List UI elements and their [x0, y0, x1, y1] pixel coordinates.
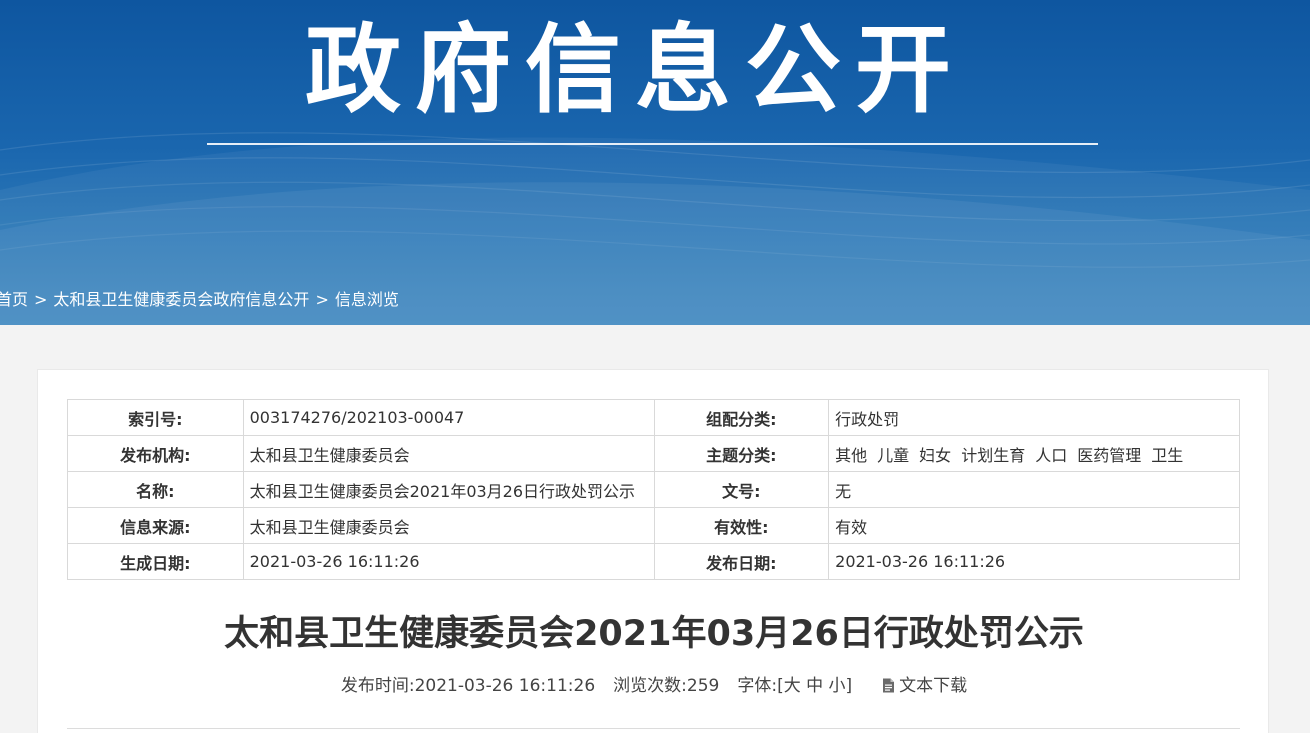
font-size-medium-button[interactable]: 中: [806, 676, 823, 696]
banner-title: 政府信息公开: [305, 14, 965, 126]
topic-tag: 卫生: [1151, 445, 1184, 465]
publisher-value: 太和县卫生健康委员会: [242, 435, 655, 472]
publish-date-label: 发布日期:: [653, 543, 830, 580]
topic-tag: 人口: [1035, 445, 1068, 465]
breadcrumb-current: 信息浏览: [334, 290, 399, 309]
index-number-label: 索引号:: [67, 399, 244, 436]
topic-label: 主题分类:: [653, 435, 830, 472]
article-info-bar: 发布时间:2021-03-26 16:11:26 浏览次数:259 字体:[大 中 …: [38, 674, 1270, 698]
publisher-label: 发布机构:: [67, 435, 244, 472]
content-divider: [67, 728, 1240, 729]
source-label: 信息来源:: [67, 507, 244, 544]
publish-date-value: 2021-03-26 16:11:26: [828, 543, 1240, 580]
source-value: 太和县卫生健康委员会: [242, 507, 655, 544]
validity-value: 有效: [828, 507, 1240, 544]
font-bracket-open: [: [777, 676, 784, 696]
font-bracket-close: ]: [845, 676, 853, 696]
font-size-large-button[interactable]: 大: [784, 676, 801, 696]
topic-tag: 其他: [835, 445, 868, 465]
table-row: 名称: 太和县卫生健康委员会2021年03月26日行政处罚公示 文号: 无: [67, 471, 1240, 508]
name-value: 太和县卫生健康委员会2021年03月26日行政处罚公示: [242, 471, 655, 508]
banner: 政府信息公开 首页 > 太和县卫生健康委员会政府信息公开 > 信息浏览: [0, 0, 1310, 325]
topic-tag: 妇女: [919, 445, 952, 465]
topic-tag: 计划生育: [961, 445, 1026, 465]
table-row: 发布机构: 太和县卫生健康委员会 主题分类: 其他 儿童 妇女 计划生育 人口 医药管理卫…: [67, 435, 1240, 472]
views-count: 259: [686, 676, 720, 696]
table-row: 索引号: 003174276/202103-00047 组配分类: 行政处罚: [67, 399, 1240, 436]
publish-time-label: 发布时间:: [340, 676, 415, 696]
created-date-value: 2021-03-26 16:11:26: [242, 543, 655, 580]
doc-number-label: 文号:: [653, 471, 830, 508]
topic-tag: 医药管理: [1077, 445, 1142, 465]
index-number-value: 003174276/202103-00047: [242, 399, 655, 436]
views-label: 浏览次数:: [613, 676, 687, 696]
document-icon: [882, 676, 895, 693]
table-row: 生成日期: 2021-03-26 16:11:26 发布日期: 2021-03-…: [67, 543, 1240, 580]
breadcrumb-section[interactable]: 太和县卫生健康委员会政府信息公开: [53, 290, 309, 309]
breadcrumb-home[interactable]: 首页: [0, 290, 28, 309]
banner-divider: [207, 143, 1098, 145]
metadata-table: 索引号: 003174276/202103-00047 组配分类: 行政处罚 发…: [67, 399, 1240, 580]
font-size-label: 字体:: [737, 676, 778, 696]
text-download-button[interactable]: 文本下载: [882, 676, 967, 696]
category-value: 行政处罚: [828, 399, 1240, 436]
category-label: 组配分类:: [653, 399, 830, 436]
publish-time-value: 2021-03-26 16:11:26: [414, 676, 596, 696]
breadcrumb: 首页 > 太和县卫生健康委员会政府信息公开 > 信息浏览: [0, 289, 399, 311]
doc-number-value: 无: [828, 471, 1240, 508]
validity-label: 有效性:: [653, 507, 830, 544]
content-card: 索引号: 003174276/202103-00047 组配分类: 行政处罚 发…: [37, 369, 1269, 733]
topic-tag: 儿童: [877, 445, 910, 465]
breadcrumb-separator: >: [315, 290, 329, 309]
text-download-label: 文本下载: [899, 676, 968, 696]
name-label: 名称:: [67, 471, 244, 508]
article-title: 太和县卫生健康委员会2021年03月26日行政处罚公示: [224, 614, 1084, 654]
font-size-small-button[interactable]: 小: [829, 676, 846, 696]
table-row: 信息来源: 太和县卫生健康委员会 有效性: 有效: [67, 507, 1240, 544]
breadcrumb-separator: >: [34, 290, 48, 309]
topic-tags: 其他 儿童 妇女 计划生育 人口 医药管理 卫生: [828, 435, 1240, 472]
created-date-label: 生成日期:: [67, 543, 244, 580]
